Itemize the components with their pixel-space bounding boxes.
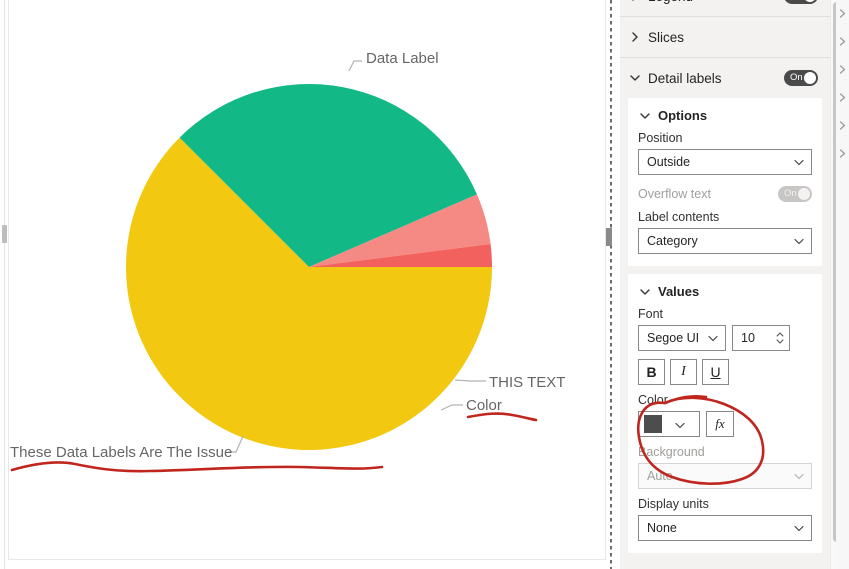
format-card-legend[interactable]: Legend On [620,0,830,17]
chevron-down-icon [674,418,686,430]
legend-toggle-knob [804,0,816,2]
label-contents-dropdown[interactable]: Category [638,228,812,254]
font-style-buttons[interactable]: B I U [638,359,812,385]
pie-label-issue: These Data Labels Are The Issue [10,444,233,461]
chevron-right-icon[interactable] [837,90,848,102]
pie-label-this-text: THIS TEXT [489,374,566,391]
overflow-text-label: Overflow text [638,187,711,201]
label-contents-label: Label contents [638,210,720,224]
format-pane[interactable]: Legend On Slices Detail labels On [620,0,830,569]
chevron-down-icon [628,71,642,85]
color-swatch [644,415,662,433]
conditional-formatting-fx-button[interactable]: fx [706,411,734,437]
position-dropdown-value: Outside [647,155,691,169]
chevron-down-icon [638,109,652,123]
underline-button[interactable]: U [702,359,729,385]
values-subcard[interactable]: Values Font Segoe UI 10 B I U Color fx B… [628,274,822,553]
color-label: Color [638,393,668,407]
detail-labels-toggle[interactable]: On [784,70,818,86]
report-canvas[interactable]: Data Label THIS TEXT Color These Data La… [0,0,614,569]
overflow-text-toggle: On [778,186,812,202]
visual-selection-border [610,0,612,569]
format-card-detail-labels-label: Detail labels [648,70,722,86]
label-contents-dropdown-value: Category [647,234,698,248]
visual-resize-handle[interactable] [606,228,612,246]
font-family-value: Segoe UI [647,331,700,345]
overflow-text-toggle-knob [798,188,810,200]
chevron-down-icon [793,522,805,534]
format-card-slices[interactable]: Slices [620,17,830,58]
italic-button[interactable]: I [670,359,697,385]
overflow-text-row[interactable]: Overflow text On [638,186,812,202]
format-card-slices-label: Slices [648,29,685,45]
format-card-slices-header[interactable]: Slices [620,17,830,57]
font-family-dropdown[interactable]: Segoe UI [638,325,726,351]
format-card-detail-labels-header[interactable]: Detail labels On [620,58,830,98]
pie-label-data-label: Data Label [366,50,439,67]
detail-labels-toggle-label: On [790,72,803,83]
format-card-legend-header[interactable]: Legend On [620,0,830,16]
chevron-right-icon [628,30,642,44]
chevron-down-icon [707,332,719,344]
values-subcard-header[interactable]: Values [638,284,812,299]
font-size-value: 10 [741,331,755,345]
format-card-detail-labels[interactable]: Detail labels On Options Position Outsid… [620,58,830,553]
values-subcard-title: Values [658,284,700,299]
font-label: Font [638,307,664,321]
format-card-legend-label: Legend [648,0,784,4]
background-dropdown-value: Auto [647,469,673,483]
detail-labels-toggle-knob [804,72,816,84]
bold-button[interactable]: B [638,359,665,385]
pie-label-color: Color [466,397,502,414]
display-units-dropdown-value: None [647,521,677,535]
background-label: Background [638,445,705,459]
chevron-down-icon [793,156,805,168]
chevron-right-icon [628,0,642,3]
leader-lines [228,60,486,453]
stepper-arrows-icon[interactable] [775,329,785,347]
legend-toggle-label: On [790,0,803,3]
background-dropdown: Auto [638,463,812,489]
options-subcard-title: Options [658,108,708,123]
font-row[interactable]: Segoe UI 10 [638,325,812,351]
overflow-text-toggle-label: On [784,188,797,199]
position-label: Position [638,131,683,145]
chevron-right-icon[interactable] [837,146,848,158]
options-subcard-header[interactable]: Options [638,108,812,123]
display-units-dropdown[interactable]: None [638,515,812,541]
position-dropdown[interactable]: Outside [638,149,812,175]
color-picker-dropdown[interactable] [638,411,700,437]
chevron-down-icon [793,470,805,482]
chevron-down-icon [638,285,652,299]
color-row[interactable]: fx [638,411,812,437]
display-units-label: Display units [638,497,709,511]
chevron-right-icon[interactable] [837,6,848,18]
chevron-right-icon[interactable] [837,34,848,46]
options-subcard[interactable]: Options Position Outside Overflow text O… [628,98,822,266]
font-size-stepper[interactable]: 10 [732,325,790,351]
chevron-right-icon[interactable] [837,118,848,130]
chevron-down-icon [793,235,805,247]
pane-collapse-rail[interactable] [836,0,849,569]
chevron-right-icon[interactable] [837,62,848,74]
legend-toggle[interactable]: On [784,0,818,4]
